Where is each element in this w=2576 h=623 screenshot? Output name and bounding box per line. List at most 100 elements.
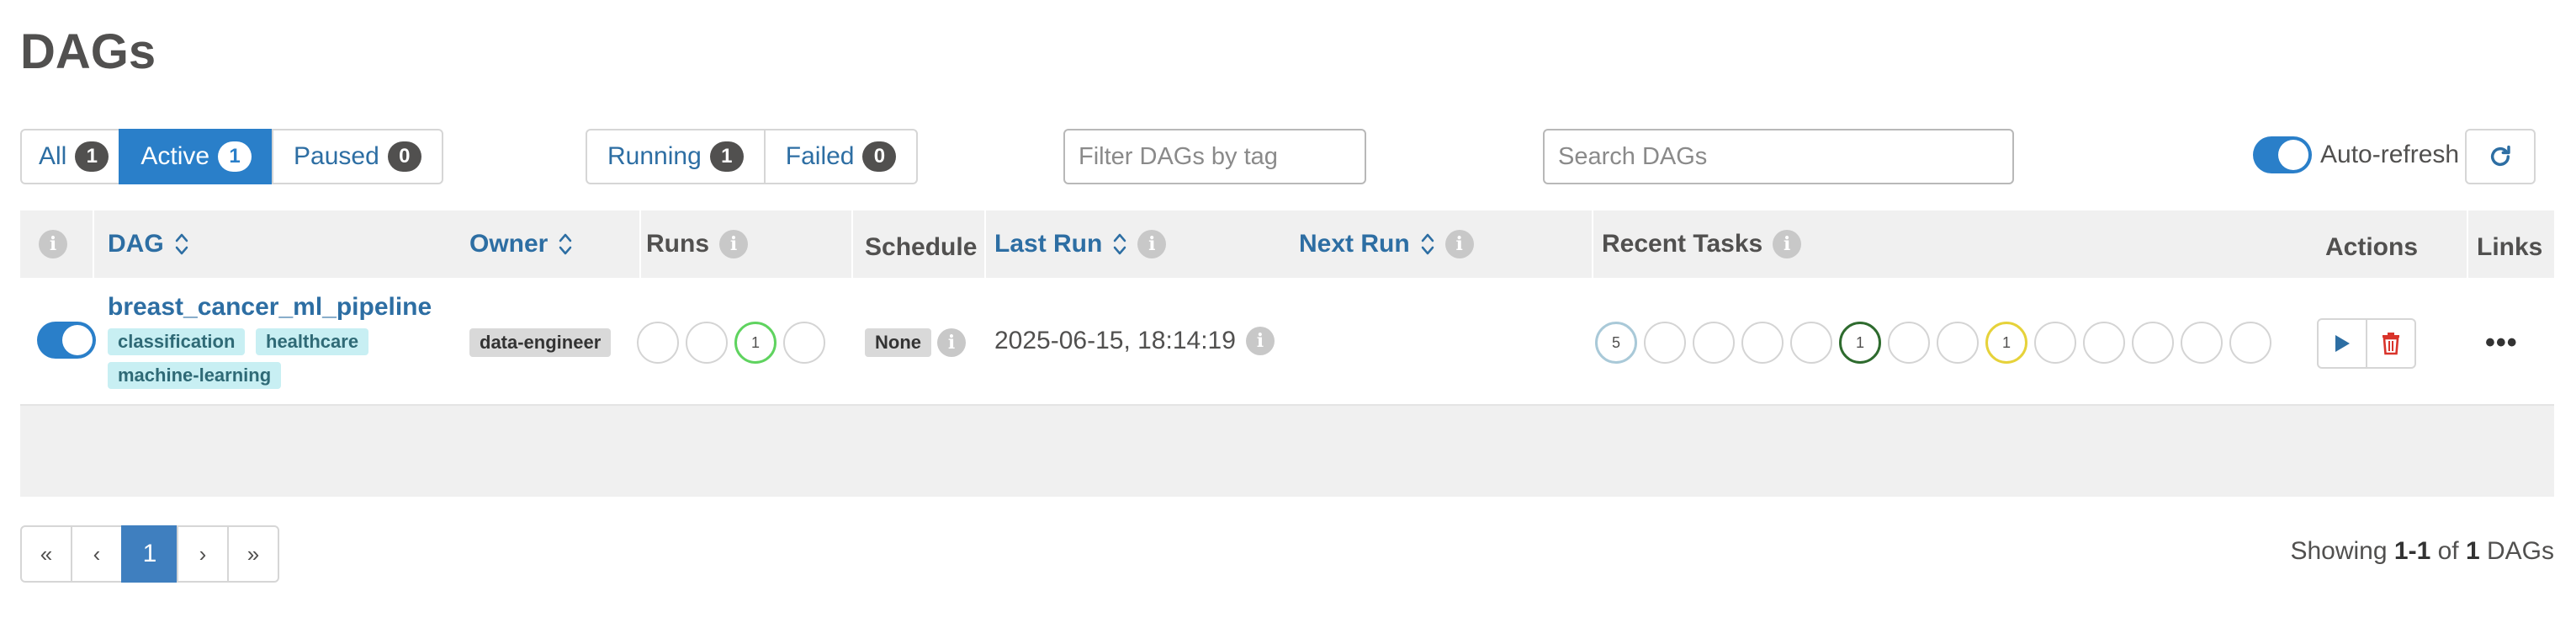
first-page-button[interactable]: « (20, 525, 72, 583)
header-last-run-label: Last Run (994, 230, 1103, 258)
filter-active-button[interactable]: Active 1 (119, 129, 274, 184)
task-status-circle[interactable] (2083, 322, 2125, 364)
task-status-circle[interactable] (2229, 322, 2271, 364)
play-icon (2335, 335, 2350, 352)
task-status-circle[interactable] (1888, 322, 1930, 364)
header-active-info: i (39, 210, 67, 278)
info-icon[interactable]: i (1245, 327, 1275, 355)
header-recent-tasks: Recent Tasks i (1602, 210, 1802, 278)
info-icon[interactable]: i (719, 230, 748, 258)
task-status-circle[interactable]: 5 (1595, 322, 1637, 364)
run-status-circle[interactable] (686, 322, 728, 364)
showing-range: 1-1 (2393, 537, 2431, 565)
info-icon[interactable]: i (1137, 230, 1167, 258)
sort-icon (175, 233, 188, 255)
task-status-circle[interactable] (2132, 322, 2174, 364)
tag-classification[interactable]: classification (108, 328, 246, 355)
header-recent-tasks-label: Recent Tasks (1602, 230, 1763, 258)
header-runs: Runs i (646, 210, 748, 278)
trigger-dag-button[interactable] (2317, 318, 2367, 369)
page-1-button[interactable]: 1 (121, 525, 178, 583)
showing-of: of (2430, 537, 2466, 565)
status-filter-group: All 1 Active 1 Paused 0 (20, 129, 443, 184)
showing-suffix: DAGs (2479, 537, 2554, 565)
header-actions-label: Actions (2325, 233, 2419, 261)
dags-page: DAGs All 1 Active 1 Paused 0 Running 1 F… (0, 0, 2576, 623)
refresh-button[interactable] (2465, 129, 2536, 184)
run-status-circle[interactable] (783, 322, 825, 364)
last-run-cell: 2025-06-15, 18:14:19 i (994, 327, 1275, 355)
header-actions: Actions (2325, 210, 2418, 281)
header-divider (851, 210, 853, 278)
filter-all-button[interactable]: All 1 (20, 129, 121, 184)
owner-badge[interactable]: data-engineer (469, 328, 612, 357)
run-status-circle[interactable] (637, 322, 679, 364)
dag-id-link[interactable]: breast_cancer_ml_pipeline (108, 293, 432, 322)
tag-machine-learning[interactable]: machine-learning (108, 362, 282, 389)
showing-total: 1 (2465, 537, 2480, 565)
last-run-date[interactable]: 2025-06-15, 18:14:19 (994, 327, 1236, 355)
run-status-circle[interactable]: 1 (734, 322, 777, 364)
next-page-button[interactable]: › (177, 525, 229, 583)
dag-active-toggle[interactable] (37, 322, 96, 359)
filter-failed-button[interactable]: Failed 0 (763, 129, 919, 184)
info-icon[interactable]: i (1444, 230, 1474, 258)
run-state-filter-group: Running 1 Failed 0 (586, 129, 919, 184)
header-divider (639, 210, 641, 278)
auto-refresh-toggle[interactable] (2253, 136, 2312, 173)
filter-active-label: Active (140, 142, 210, 170)
page-title: DAGs (20, 24, 156, 79)
filter-failed-count: 0 (862, 141, 897, 172)
info-icon[interactable]: i (1773, 230, 1802, 258)
filter-paused-button[interactable]: Paused 0 (272, 129, 443, 184)
task-status-circle[interactable]: 1 (1839, 322, 1881, 364)
info-icon[interactable]: i (39, 230, 67, 258)
task-status-circle[interactable] (1644, 322, 1686, 364)
header-next-run-label: Next Run (1299, 230, 1410, 258)
header-next-run[interactable]: Next Run i (1299, 210, 1474, 278)
task-status-circle[interactable] (1693, 322, 1735, 364)
task-status-circle[interactable] (1741, 322, 1784, 364)
dags-table-header: i DAG Owner Runs i Schedule Last Run i N… (20, 210, 2554, 278)
prev-page-button[interactable]: ‹ (71, 525, 123, 583)
links-menu-button[interactable]: ••• (2485, 327, 2518, 359)
table-row: breast_cancer_ml_pipeline classification… (20, 278, 2554, 406)
filter-running-count: 1 (709, 141, 744, 172)
filter-running-label: Running (607, 142, 702, 170)
search-dags-input[interactable] (1543, 129, 2014, 184)
task-status-circle[interactable] (2181, 322, 2223, 364)
refresh-icon (2490, 145, 2510, 167)
info-icon[interactable]: i (937, 328, 966, 357)
filter-running-button[interactable]: Running 1 (586, 129, 766, 184)
sort-icon (1114, 233, 1126, 255)
auto-refresh-label: Auto-refresh (2320, 141, 2460, 168)
auto-refresh-control: Auto-refresh (2253, 136, 2459, 173)
actions-group (2317, 318, 2416, 369)
header-dag[interactable]: DAG (108, 210, 189, 278)
sort-icon (559, 233, 572, 255)
task-status-circle[interactable] (1937, 322, 1979, 364)
showing-prefix: Showing (2290, 537, 2394, 565)
last-page-button[interactable]: » (227, 525, 279, 583)
trash-icon (2383, 333, 2399, 355)
header-dag-label: DAG (108, 230, 164, 258)
task-status-circle[interactable] (1790, 322, 1832, 364)
task-status-circle[interactable]: 1 (1985, 322, 2027, 364)
header-divider (2467, 210, 2468, 278)
header-divider (984, 210, 986, 278)
tag-filter-input[interactable] (1063, 129, 1366, 184)
header-runs-label: Runs (646, 230, 709, 258)
filter-all-label: All (39, 142, 67, 170)
pagination: « ‹ 1 › » (20, 525, 279, 583)
header-owner-label: Owner (469, 230, 549, 258)
header-schedule: Schedule (865, 210, 977, 281)
delete-dag-button[interactable] (2366, 318, 2416, 369)
header-owner[interactable]: Owner (469, 210, 573, 278)
header-last-run[interactable]: Last Run i (994, 210, 1167, 278)
task-status-circle[interactable] (2034, 322, 2076, 364)
header-links: Links (2477, 210, 2542, 281)
filter-paused-label: Paused (294, 142, 379, 170)
header-divider (93, 210, 94, 278)
table-empty-area (20, 406, 2554, 497)
tag-healthcare[interactable]: healthcare (256, 328, 369, 355)
